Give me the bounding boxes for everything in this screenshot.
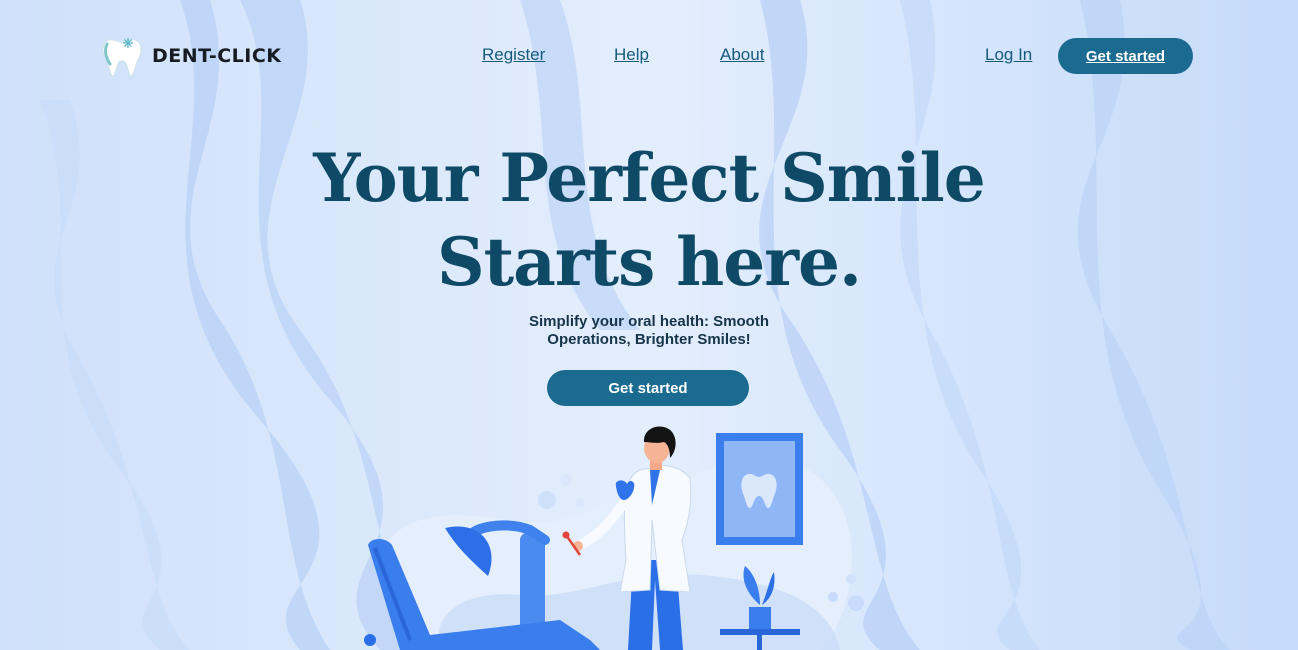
brand-logo[interactable]: DENT-CLICK xyxy=(98,32,282,80)
nav-register-link[interactable]: Register xyxy=(482,45,545,65)
hero-title-line1: Your Perfect Smile xyxy=(313,139,985,217)
nav-about-link[interactable]: About xyxy=(720,45,764,65)
dentist-illustration xyxy=(364,426,864,650)
nav-get-started-button[interactable]: Get started xyxy=(1058,38,1193,74)
hero-subtitle: Simplify your oral health: Smooth Operat… xyxy=(499,313,799,349)
hero-subtitle-line2: Operations, Brighter Smiles! xyxy=(547,331,751,348)
tooth-icon xyxy=(102,38,142,78)
hero-subtitle-line1: Simplify your oral health: Smooth xyxy=(528,313,770,330)
hero-title: Your Perfect Smile Starts here. xyxy=(0,136,1298,304)
hero-title-line2: Starts here. xyxy=(436,223,862,301)
nav-help-link[interactable]: Help xyxy=(614,45,649,65)
brand-name: DENT-CLICK xyxy=(152,45,282,67)
hero-get-started-button[interactable]: Get started xyxy=(547,370,749,406)
login-link[interactable]: Log In xyxy=(985,45,1032,65)
